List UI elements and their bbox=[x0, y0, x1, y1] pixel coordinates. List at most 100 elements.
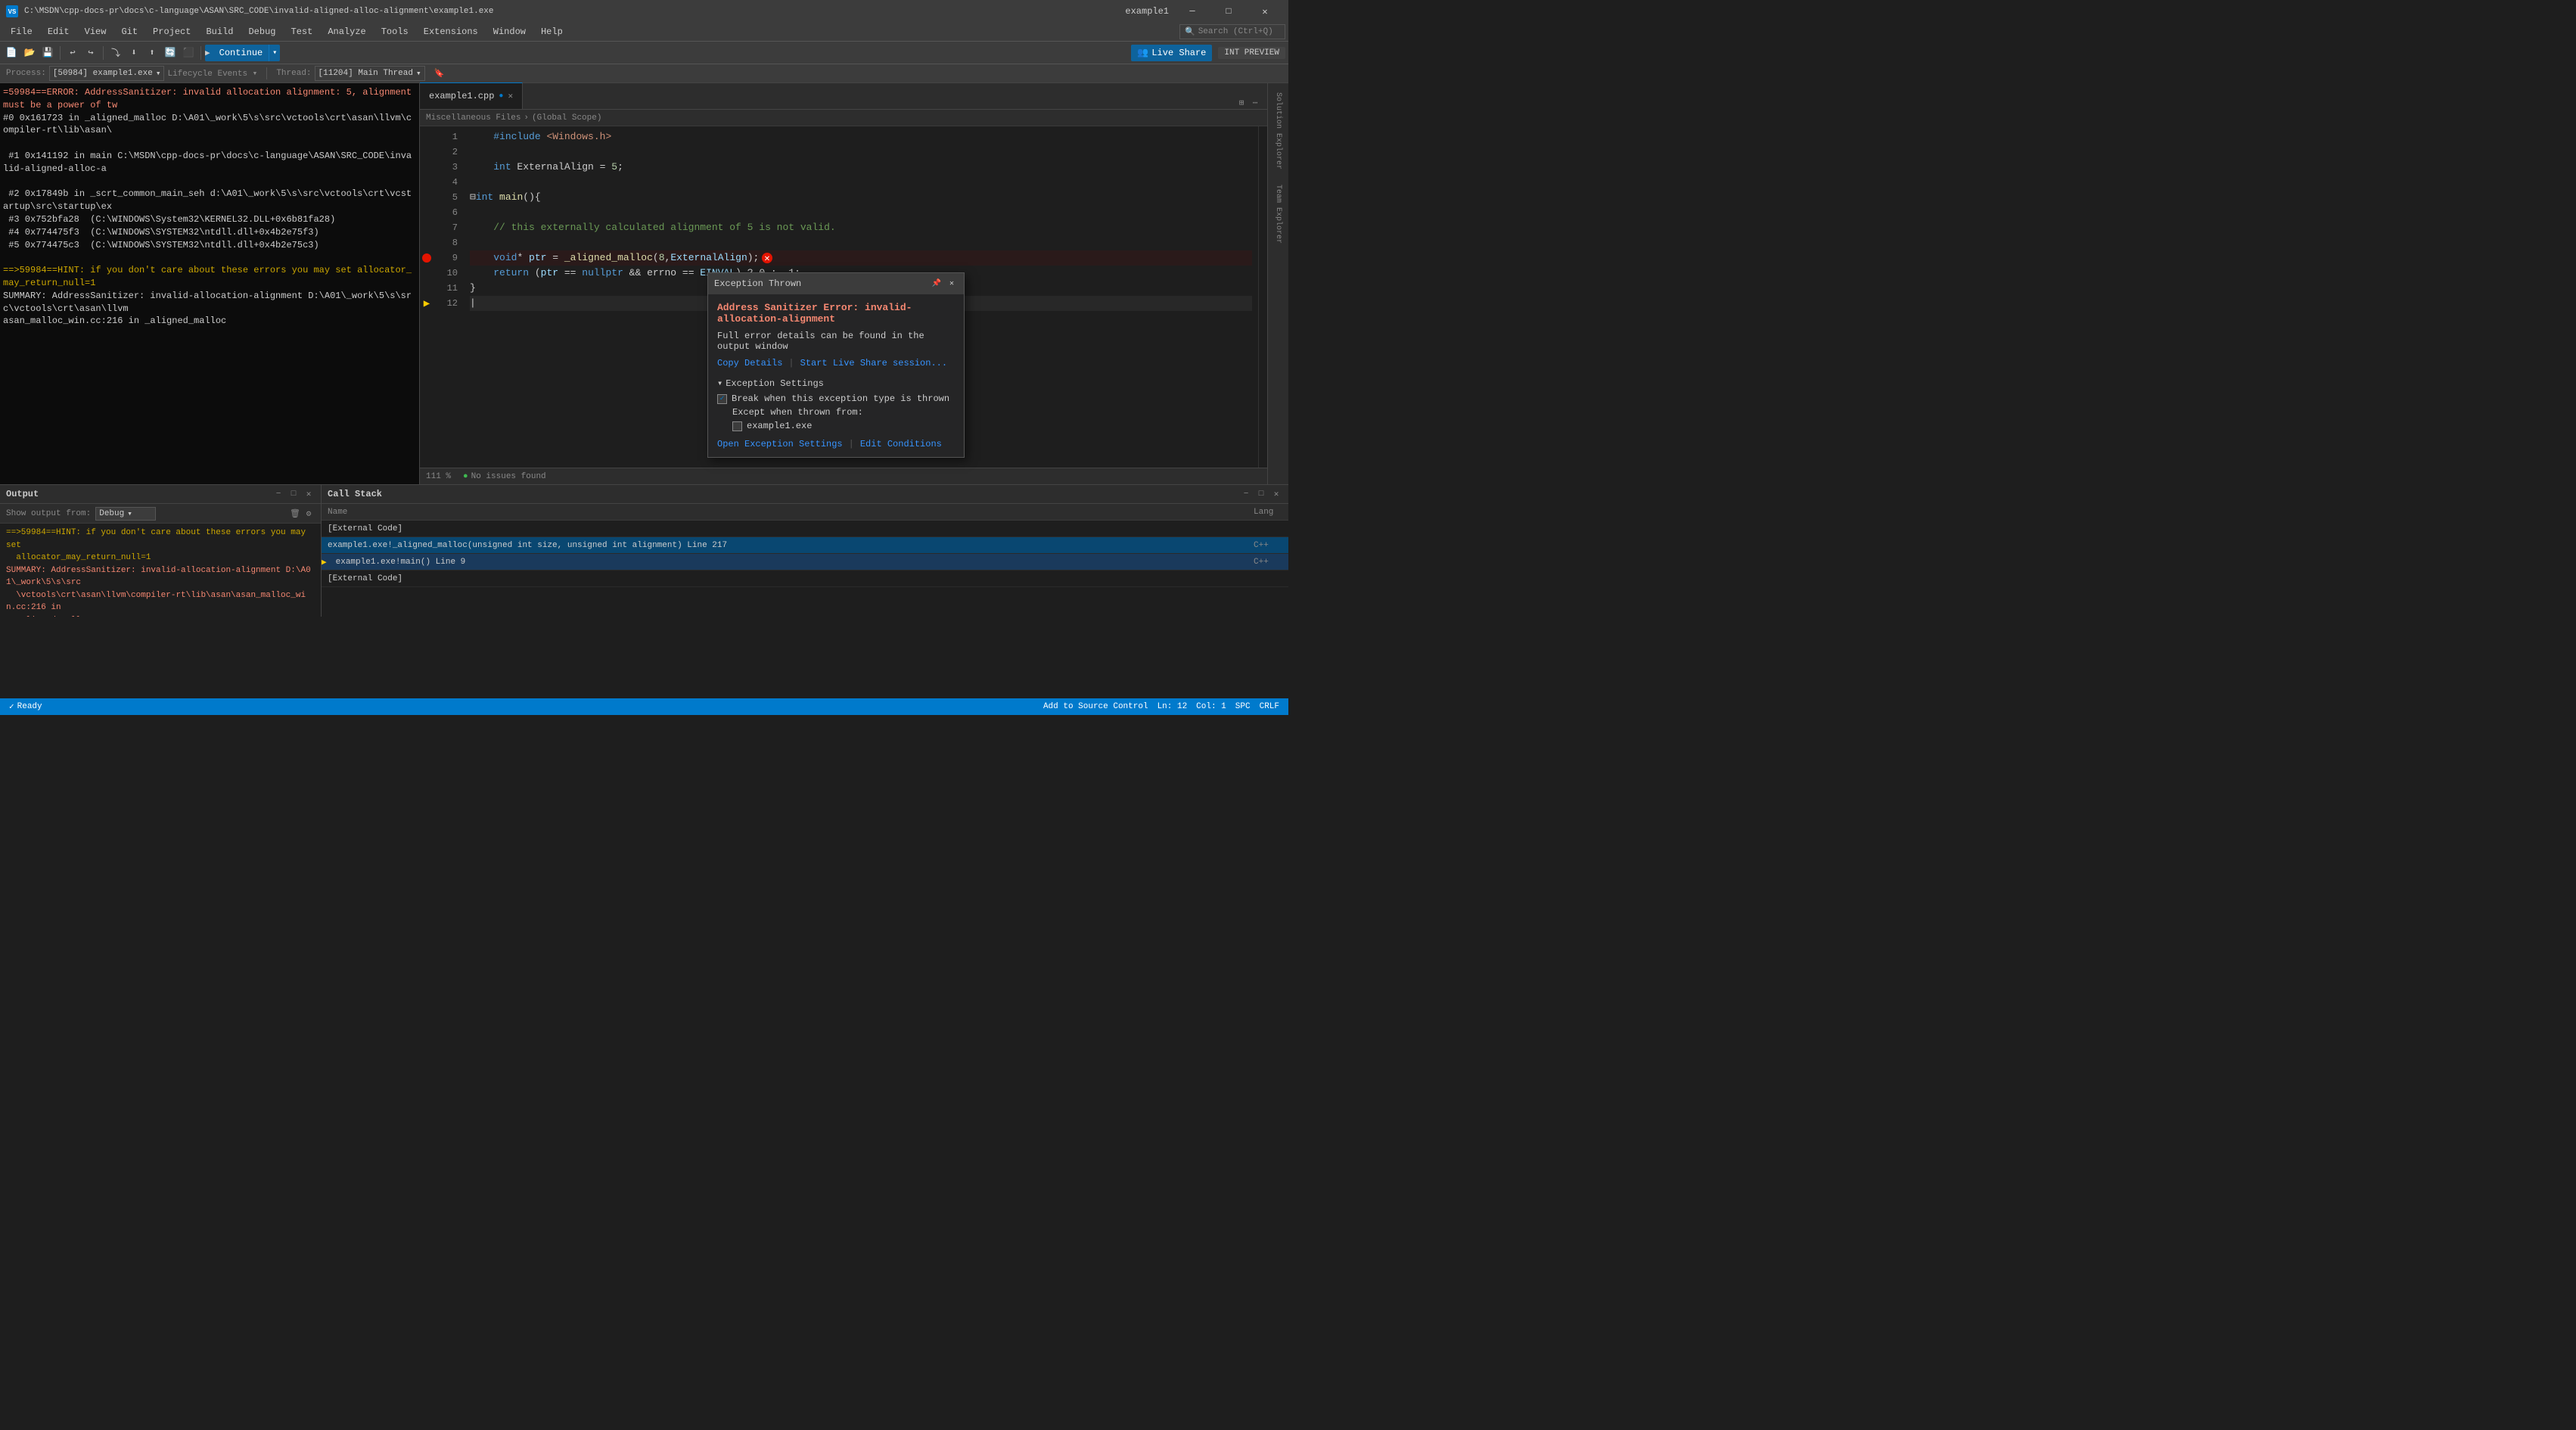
thread-label: Thread: bbox=[276, 69, 311, 78]
continue-label: Continue bbox=[213, 48, 269, 58]
callstack-minimize-btn[interactable]: − bbox=[1240, 488, 1252, 500]
example1-checkbox[interactable] bbox=[732, 421, 742, 431]
status-add-source[interactable]: Add to Source Control bbox=[1040, 702, 1151, 711]
debug-process-toolbar: Process: [50984] example1.exe ▾ Lifecycl… bbox=[0, 64, 1288, 83]
show-output-label: Show output from: bbox=[6, 509, 91, 518]
process-dropdown[interactable]: [50984] example1.exe ▾ bbox=[49, 66, 165, 81]
new-file-btn[interactable]: 📄 bbox=[3, 45, 20, 61]
breadcrumb: Miscellaneous Files › (Global Scope) bbox=[420, 110, 1267, 126]
start-live-share-link[interactable]: Start Live Share session... bbox=[800, 358, 947, 368]
editor-scrollbar[interactable] bbox=[1258, 126, 1267, 468]
status-ln[interactable]: Ln: 12 bbox=[1154, 702, 1191, 711]
copy-details-link[interactable]: Copy Details bbox=[717, 358, 782, 368]
line-numbers: 1 2 3 4 5 6 7 8 9 10 11 12 bbox=[433, 126, 464, 468]
break-when-checkbox[interactable]: ✓ bbox=[717, 394, 727, 404]
add-source-label: Add to Source Control bbox=[1043, 702, 1148, 711]
status-spaces[interactable]: SPC bbox=[1232, 702, 1254, 711]
debug-step-into[interactable]: ⬇ bbox=[126, 45, 142, 61]
terminal-line: asan_malloc_win.cc:216 in _aligned_mallo… bbox=[3, 315, 416, 328]
output-line: _aligned_malloc bbox=[6, 614, 315, 617]
exception-titlebar: Exception Thrown 📌 ✕ bbox=[708, 273, 964, 294]
output-toolbar-btns: 🗑 ⚙ bbox=[289, 508, 315, 520]
output-maximize-btn[interactable]: □ bbox=[287, 488, 300, 500]
output-close-btn[interactable]: ✕ bbox=[303, 488, 315, 500]
exception-dialog: Exception Thrown 📌 ✕ Address Sanitizer E… bbox=[707, 272, 965, 458]
callstack-row-main[interactable]: ▶ example1.exe!main() Line 9 C++ bbox=[322, 554, 1288, 570]
status-encoding[interactable]: CRLF bbox=[1257, 702, 1282, 711]
live-share-button[interactable]: 👥 Live Share bbox=[1131, 45, 1212, 61]
menu-search-box[interactable]: 🔍 Search (Ctrl+Q) bbox=[1179, 24, 1285, 39]
debug-stop[interactable]: ⬛ bbox=[180, 45, 197, 61]
debug-step-out[interactable]: ⬆ bbox=[144, 45, 160, 61]
window-controls: ─ □ ✕ bbox=[1175, 0, 1282, 23]
callstack-row-aligned-malloc[interactable]: example1.exe!_aligned_malloc(unsigned in… bbox=[322, 537, 1288, 554]
exception-bottom-links: Open Exception Settings | Edit Condition… bbox=[717, 439, 955, 449]
break-when-label: Break when this exception type is thrown bbox=[732, 393, 949, 404]
debug-restart[interactable]: 🔄 bbox=[162, 45, 179, 61]
toolbar-sep1 bbox=[60, 46, 61, 60]
editor-more-btn[interactable]: ⋯ bbox=[1249, 97, 1261, 109]
close-button[interactable]: ✕ bbox=[1248, 0, 1282, 23]
menu-debug[interactable]: Debug bbox=[241, 23, 283, 42]
output-dropdown[interactable]: Debug ▾ bbox=[95, 507, 156, 521]
maximize-button[interactable]: □ bbox=[1211, 0, 1246, 23]
ready-icon: ✓ bbox=[9, 701, 14, 712]
menu-extensions[interactable]: Extensions bbox=[416, 23, 486, 42]
breakpoint-gutter: ▶ bbox=[420, 126, 433, 468]
callstack-close-btn[interactable]: ✕ bbox=[1270, 488, 1282, 500]
solution-explorer-icon[interactable]: Solution Explorer bbox=[1272, 86, 1284, 176]
continue-button[interactable]: ▶ Continue ▾ bbox=[205, 45, 280, 61]
output-clear-btn[interactable]: 🗑 bbox=[289, 508, 301, 520]
save-btn[interactable]: 💾 bbox=[39, 45, 56, 61]
menu-project[interactable]: Project bbox=[145, 23, 198, 42]
menu-build[interactable]: Build bbox=[198, 23, 241, 42]
check-icon: ● bbox=[463, 472, 468, 481]
breakpoint-dot[interactable] bbox=[422, 253, 431, 263]
status-ready[interactable]: ✓ Ready bbox=[6, 701, 45, 712]
tab-close-btn[interactable]: ✕ bbox=[508, 91, 513, 101]
terminal-panel: =59984==ERROR: AddressSanitizer: invalid… bbox=[0, 83, 420, 484]
callstack-content: Name Lang [External Code] example1.exe!_… bbox=[322, 504, 1288, 617]
exception-pin-btn[interactable]: 📌 bbox=[931, 278, 943, 290]
exception-close-btn[interactable]: ✕ bbox=[946, 278, 958, 290]
status-col[interactable]: Col: 1 bbox=[1193, 702, 1229, 711]
search-icon: 🔍 bbox=[1185, 26, 1195, 37]
menu-tools[interactable]: Tools bbox=[374, 23, 416, 42]
thread-value: [11204] Main Thread bbox=[319, 69, 413, 78]
redo-btn[interactable]: ↪ bbox=[82, 45, 99, 61]
tab-example1-cpp[interactable]: example1.cpp ● ✕ bbox=[420, 82, 523, 109]
continue-dropdown-arrow[interactable]: ▾ bbox=[269, 45, 280, 61]
menu-test[interactable]: Test bbox=[284, 23, 321, 42]
breadcrumb-scope: (Global Scope) bbox=[532, 113, 601, 123]
output-content: ==>59984==HINT: if you don't care about … bbox=[0, 524, 321, 617]
tab-modified-dot: ● bbox=[499, 92, 503, 101]
output-minimize-btn[interactable]: − bbox=[272, 488, 284, 500]
menu-edit[interactable]: Edit bbox=[40, 23, 77, 42]
undo-btn[interactable]: ↩ bbox=[64, 45, 81, 61]
callstack-row-external1[interactable]: [External Code] bbox=[322, 521, 1288, 537]
debug-position-arrow: ▶ bbox=[424, 297, 430, 310]
menu-analyze[interactable]: Analyze bbox=[320, 23, 373, 42]
edit-conditions-link[interactable]: Edit Conditions bbox=[860, 439, 942, 449]
open-folder-btn[interactable]: 📂 bbox=[21, 45, 38, 61]
menu-view[interactable]: View bbox=[77, 23, 114, 42]
terminal-line bbox=[3, 176, 416, 188]
output-filter-btn[interactable]: ⚙ bbox=[303, 508, 315, 520]
callstack-maximize-btn[interactable]: □ bbox=[1255, 488, 1267, 500]
ready-label: Ready bbox=[17, 702, 42, 711]
minimize-button[interactable]: ─ bbox=[1175, 0, 1210, 23]
editor-split-btn[interactable]: ⊞ bbox=[1235, 97, 1248, 109]
callstack-row-external2[interactable]: [External Code] bbox=[322, 570, 1288, 587]
thread-dropdown[interactable]: [11204] Main Thread ▾ bbox=[315, 66, 425, 81]
menu-window[interactable]: Window bbox=[486, 23, 533, 42]
col-value: Col: 1 bbox=[1196, 702, 1226, 711]
terminal-line: #4 0x774475f3 (C:\WINDOWS\SYSTEM32\ntdll… bbox=[3, 226, 416, 239]
menu-git[interactable]: Git bbox=[113, 23, 145, 42]
open-settings-link[interactable]: Open Exception Settings bbox=[717, 439, 843, 449]
right-sidebar: Solution Explorer Team Explorer bbox=[1267, 83, 1288, 484]
exception-settings-header[interactable]: ▾ Exception Settings bbox=[717, 378, 955, 389]
debug-step-over[interactable]: ⤵ bbox=[107, 45, 124, 61]
menu-file[interactable]: File bbox=[3, 23, 40, 42]
team-explorer-icon[interactable]: Team Explorer bbox=[1272, 179, 1284, 250]
menu-help[interactable]: Help bbox=[533, 23, 570, 42]
